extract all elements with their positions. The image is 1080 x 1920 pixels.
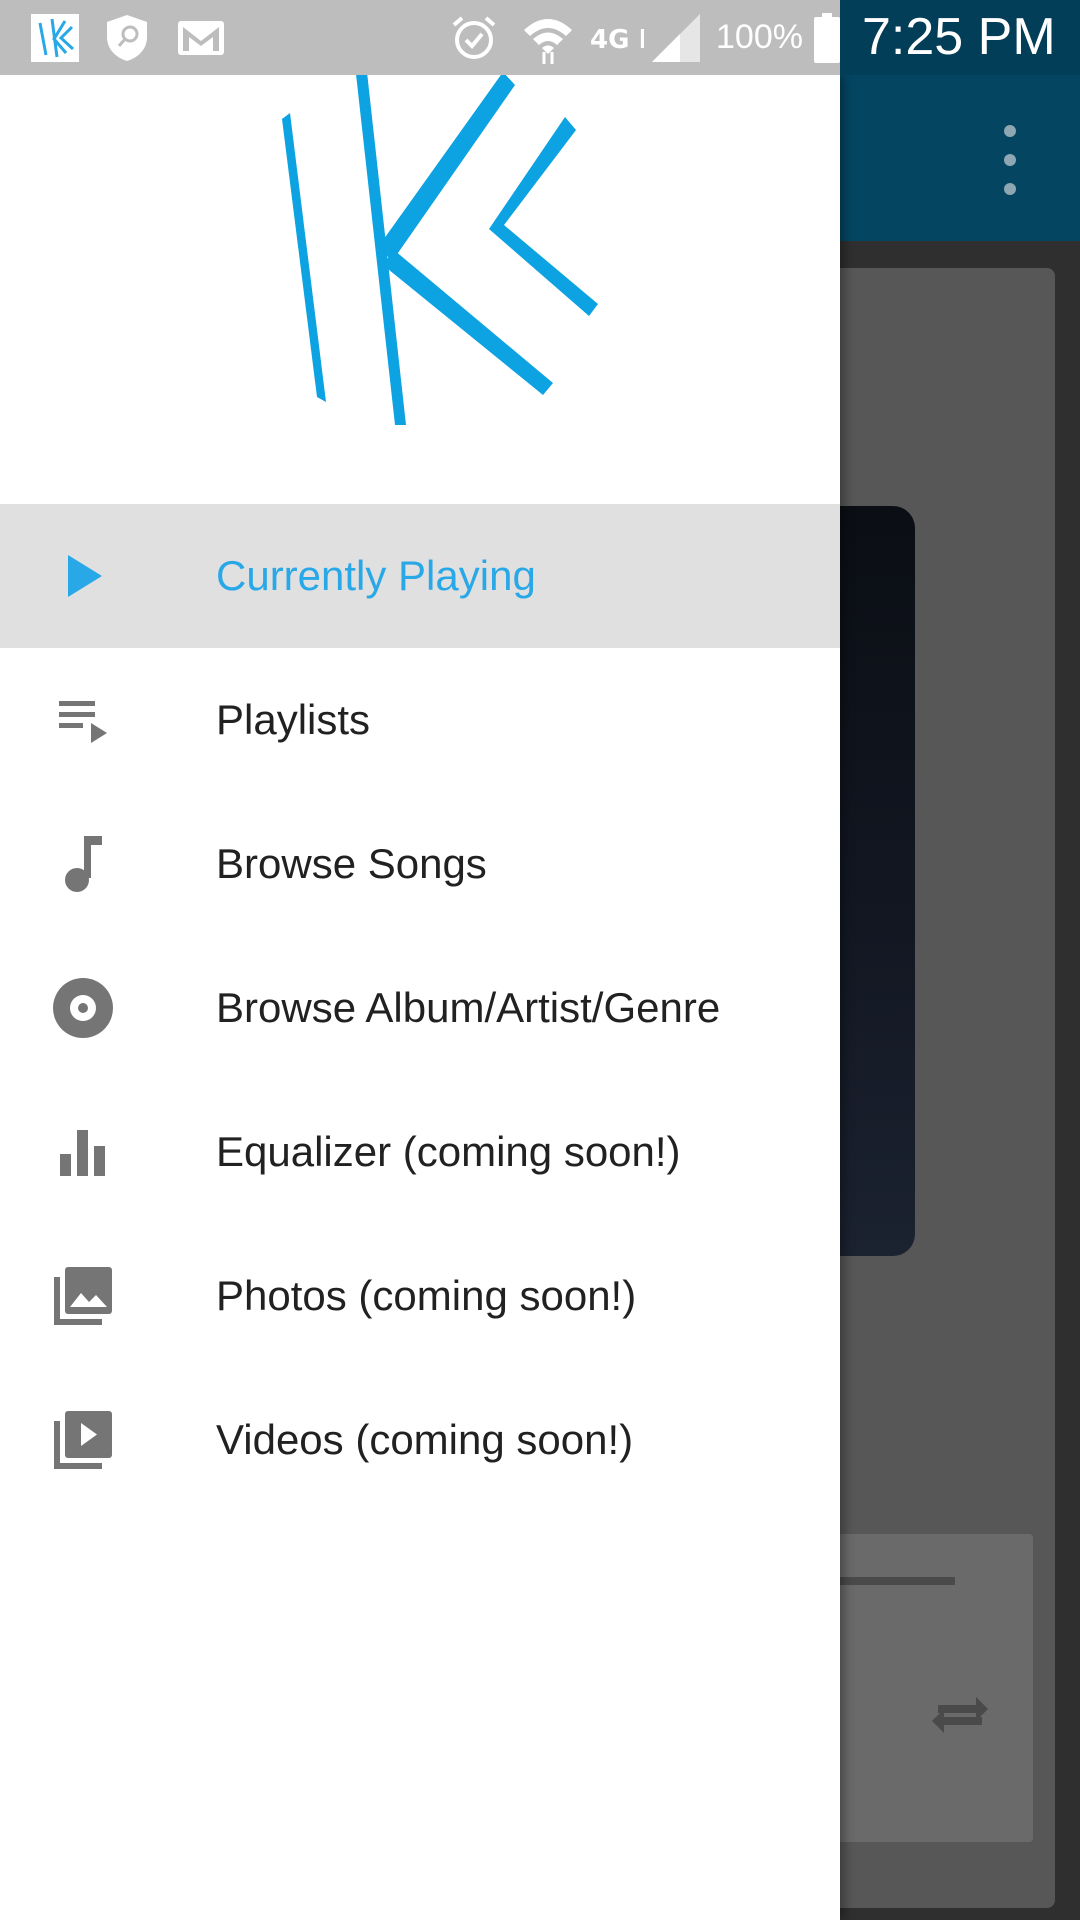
shield-search-icon <box>100 0 154 75</box>
nav-item-label: Photos (coming soon!) <box>216 1272 637 1319</box>
nav-item-currently-playing[interactable]: Currently Playing <box>0 504 840 648</box>
nav-item-label: Videos (coming soon!) <box>216 1416 634 1463</box>
repeat-icon[interactable] <box>925 1685 995 1745</box>
more-vert-icon[interactable] <box>990 125 1030 195</box>
seek-bar[interactable] <box>820 1577 955 1585</box>
drawer-header <box>0 75 840 504</box>
nav-item-label: Currently Playing <box>216 552 536 599</box>
photo-library-icon <box>48 1266 118 1326</box>
battery-icon <box>810 0 844 75</box>
lte-icon: 4G LTE <box>586 0 646 75</box>
nav-item-photos[interactable]: Photos (coming soon!) <box>0 1224 840 1368</box>
nav-item-playlists[interactable]: Playlists <box>0 648 840 792</box>
playlist-icon <box>48 690 118 750</box>
music-note-icon <box>48 834 118 894</box>
clock: 7:25 PM <box>862 8 1056 66</box>
status-bar: 4G LTE 100% 7:25 PM <box>0 0 1080 75</box>
signal-icon <box>648 0 704 75</box>
nav-item-label: Playlists <box>216 696 371 743</box>
album-icon <box>48 978 118 1038</box>
nav-item-equalizer[interactable]: Equalizer (coming soon!) <box>0 1080 840 1224</box>
play-icon <box>48 546 118 606</box>
alarm-icon <box>448 0 500 75</box>
screen: 4G LTE 100% 7:25 PM <box>0 0 1080 1920</box>
nav-item-label: Browse Songs <box>216 840 487 887</box>
wifi-icon <box>518 0 578 75</box>
network-type-label: 4G LTE <box>590 25 644 55</box>
navigation-drawer: Currently Playing Playlists Browse Songs… <box>0 75 840 1920</box>
nav-item-browse-album-artist-genre[interactable]: Browse Album/Artist/Genre <box>0 936 840 1080</box>
nav-item-label: Browse Album/Artist/Genre <box>216 984 721 1031</box>
nav-item-videos[interactable]: Videos (coming soon!) <box>0 1368 840 1512</box>
nav-list: Currently Playing Playlists Browse Songs… <box>0 504 840 1512</box>
video-library-icon <box>48 1410 118 1470</box>
equalizer-icon <box>48 1122 118 1182</box>
gmail-icon <box>174 0 228 75</box>
battery-percent: 100% <box>716 18 803 56</box>
app-logo <box>265 75 615 440</box>
nav-item-label: Equalizer (coming soon!) <box>216 1128 681 1175</box>
app-logo-icon <box>28 0 82 75</box>
nav-item-browse-songs[interactable]: Browse Songs <box>0 792 840 936</box>
